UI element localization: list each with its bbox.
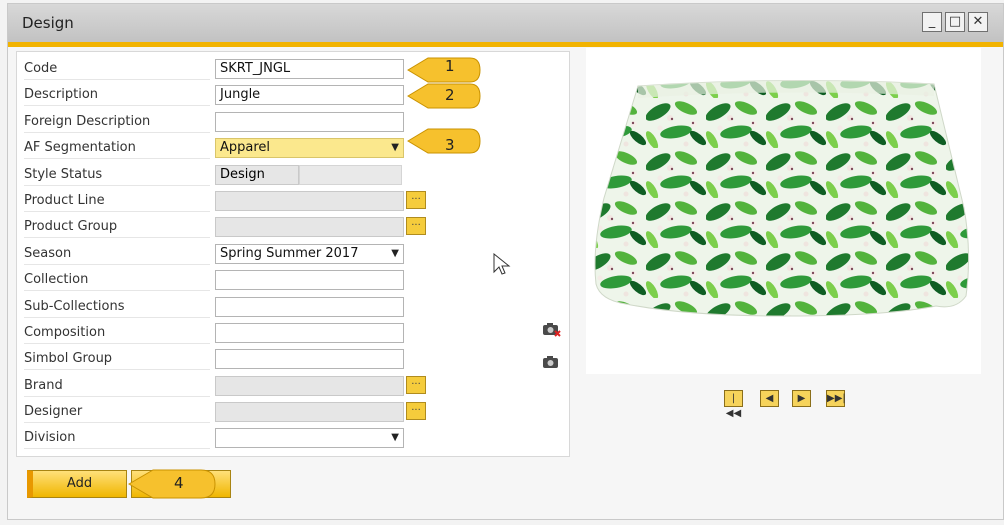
collection-label: Collection bbox=[24, 270, 210, 291]
foreign-description-input[interactable] bbox=[215, 112, 404, 132]
division-label: Division bbox=[24, 428, 210, 449]
chevron-down-icon[interactable]: ▼ bbox=[391, 245, 399, 263]
camera-delete-icon[interactable] bbox=[541, 321, 561, 337]
description-label: Description bbox=[24, 85, 210, 106]
callout-3 bbox=[407, 128, 481, 154]
collection-input[interactable] bbox=[215, 270, 404, 290]
row-foreign-description: Foreign Description bbox=[17, 109, 569, 135]
row-code: Code SKRT_JNGL bbox=[17, 56, 569, 82]
product-group-browse-button[interactable]: ... bbox=[406, 217, 426, 235]
simbol-group-input[interactable] bbox=[215, 349, 404, 369]
composition-input[interactable] bbox=[215, 323, 404, 343]
row-product-line: Product Line ... bbox=[17, 188, 569, 214]
foreign-description-label: Foreign Description bbox=[24, 112, 210, 133]
code-input[interactable]: SKRT_JNGL bbox=[215, 59, 404, 79]
chevron-down-icon[interactable]: ▼ bbox=[391, 139, 399, 157]
season-label: Season bbox=[24, 244, 210, 265]
camera-icon[interactable] bbox=[541, 354, 561, 370]
season-value: Spring Summer 2017 bbox=[220, 246, 359, 261]
style-status-extra bbox=[299, 165, 402, 185]
row-season: Season Spring Summer 2017 ▼ bbox=[17, 241, 569, 267]
composition-label: Composition bbox=[24, 323, 210, 344]
product-group-label: Product Group bbox=[24, 217, 210, 238]
season-select[interactable]: Spring Summer 2017 ▼ bbox=[215, 244, 404, 264]
simbol-group-label: Simbol Group bbox=[24, 349, 210, 370]
style-status-label: Style Status bbox=[24, 165, 210, 186]
callout-2 bbox=[407, 83, 481, 109]
row-composition: Composition bbox=[17, 320, 569, 346]
chevron-down-icon[interactable]: ▼ bbox=[391, 429, 399, 447]
af-segmentation-select[interactable]: Apparel ▼ bbox=[215, 138, 404, 158]
designer-input bbox=[215, 402, 404, 422]
row-simbol-group: Simbol Group bbox=[17, 346, 569, 372]
maximize-icon[interactable]: □ bbox=[945, 12, 965, 32]
title-bar: Design _ □ ✕ bbox=[8, 4, 1003, 42]
designer-label: Designer bbox=[24, 402, 210, 423]
af-segmentation-value: Apparel bbox=[220, 140, 271, 155]
previous-image-button[interactable]: ◀ bbox=[760, 390, 779, 407]
code-label: Code bbox=[24, 59, 210, 80]
window-title: Design bbox=[22, 14, 74, 32]
row-af-segmentation: AF Segmentation Apparel ▼ bbox=[17, 135, 569, 161]
row-division: Division ▼ bbox=[17, 425, 569, 451]
row-collection: Collection bbox=[17, 267, 569, 293]
product-line-label: Product Line bbox=[24, 191, 210, 212]
row-product-group: Product Group ... bbox=[17, 214, 569, 240]
product-line-input bbox=[215, 191, 404, 211]
style-status-value: Design bbox=[215, 165, 299, 185]
callout-4 bbox=[128, 469, 216, 499]
af-segmentation-label: AF Segmentation bbox=[24, 138, 210, 159]
row-brand: Brand ... bbox=[17, 373, 569, 399]
row-description: Description Jungle bbox=[17, 82, 569, 108]
row-sub-collections: Sub-Collections bbox=[17, 294, 569, 320]
last-image-button[interactable]: ▶▶| bbox=[826, 390, 846, 407]
minimize-icon[interactable]: _ bbox=[922, 12, 942, 32]
close-icon[interactable]: ✕ bbox=[968, 12, 988, 32]
brand-browse-button[interactable]: ... bbox=[406, 376, 426, 394]
designer-browse-button[interactable]: ... bbox=[406, 402, 426, 420]
product-image-area bbox=[586, 48, 981, 374]
description-input[interactable]: Jungle bbox=[215, 85, 404, 105]
callouts-top bbox=[407, 57, 481, 154]
add-button[interactable]: Add bbox=[27, 470, 127, 498]
callout-1 bbox=[407, 57, 481, 83]
form-panel: Code SKRT_JNGL Description Jungle Foreig… bbox=[16, 51, 570, 457]
row-designer: Designer ... bbox=[17, 399, 569, 425]
mouse-cursor-icon bbox=[493, 253, 511, 275]
product-group-input bbox=[215, 217, 404, 237]
brand-input bbox=[215, 376, 404, 396]
product-line-browse-button[interactable]: ... bbox=[406, 191, 426, 209]
title-accent-line bbox=[8, 42, 1003, 47]
brand-label: Brand bbox=[24, 376, 210, 397]
sub-collections-input[interactable] bbox=[215, 297, 404, 317]
division-select[interactable]: ▼ bbox=[215, 428, 404, 448]
row-style-status: Style Status Design bbox=[17, 162, 569, 188]
first-image-button[interactable]: |◀◀ bbox=[724, 390, 743, 419]
sub-collections-label: Sub-Collections bbox=[24, 297, 210, 318]
skirt-image bbox=[594, 79, 970, 317]
next-image-button[interactable]: ▶ bbox=[792, 390, 811, 407]
